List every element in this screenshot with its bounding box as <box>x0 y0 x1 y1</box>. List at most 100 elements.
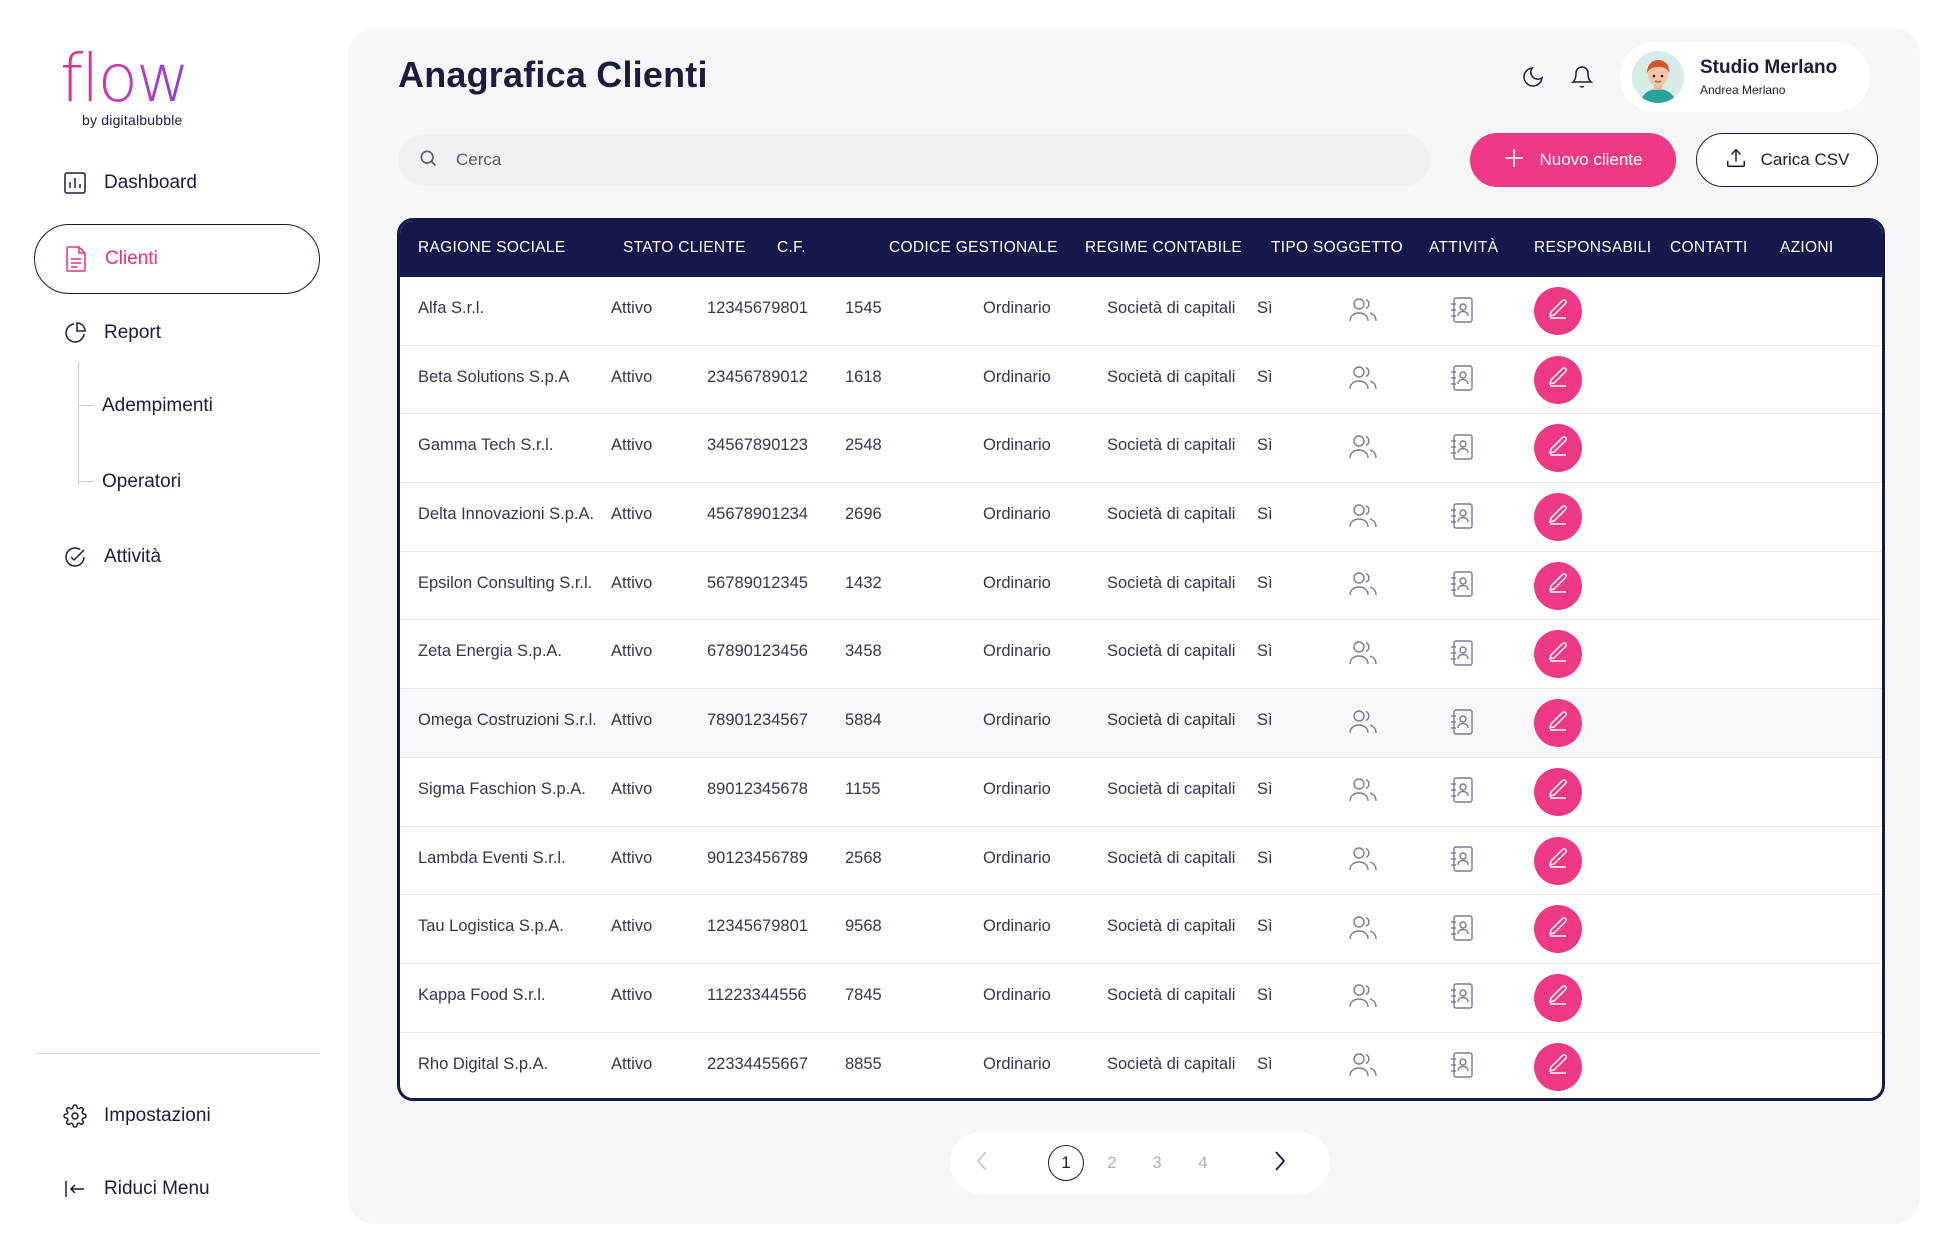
edit-button[interactable] <box>1534 424 1582 473</box>
column-header[interactable]: ATTIVITÀ <box>1429 239 1498 257</box>
contatti-button[interactable] <box>1445 776 1479 810</box>
contatti-button[interactable] <box>1445 432 1479 466</box>
table-row[interactable]: Epsilon Consulting S.r.l. Attivo 567890123… <box>400 552 1882 621</box>
new-client-button[interactable]: Nuovo cliente <box>1470 133 1676 187</box>
responsabili-button[interactable] <box>1346 707 1380 741</box>
contatti-button[interactable] <box>1445 364 1479 398</box>
table-row[interactable]: Sigma Faschion S.p.A. Attivo 89012345678 11… <box>400 758 1882 827</box>
dark-mode-toggle[interactable] <box>1518 64 1548 94</box>
cell-stato-cliente: Attivo <box>611 917 653 936</box>
prev-page-button[interactable] <box>964 1145 1000 1181</box>
edit-button[interactable] <box>1534 699 1582 748</box>
table-row[interactable]: Beta Solutions S.p.A Attivo 23456789012 161… <box>400 346 1882 415</box>
cell-codice-gestionale: 1432 <box>845 573 882 592</box>
responsabili-button[interactable] <box>1346 1051 1380 1085</box>
edit-button[interactable] <box>1534 905 1582 954</box>
column-header[interactable]: AZIONI <box>1780 239 1833 257</box>
edit-button[interactable] <box>1534 561 1582 610</box>
cell-attivita: Sì <box>1257 1054 1273 1073</box>
table-row[interactable]: Tau Logistica S.p.A. Attivo 12345679801 956… <box>400 895 1882 964</box>
search-bar[interactable] <box>398 134 1430 186</box>
responsabili-button[interactable] <box>1346 638 1380 672</box>
cell-codice-gestionale: 2696 <box>845 505 882 524</box>
edit-button[interactable] <box>1534 287 1582 335</box>
user-menu[interactable]: Studio Merlano Andrea Merlano <box>1620 42 1870 112</box>
table-row[interactable]: Gamma Tech S.r.l. Attivo 34567890123 2548 Or… <box>400 414 1882 484</box>
contatti-button[interactable] <box>1445 913 1479 947</box>
edit-button[interactable] <box>1534 493 1582 542</box>
table-row[interactable]: Lambda Eventi S.r.l. Attivo 90123456789 256… <box>400 827 1882 896</box>
edit-button[interactable] <box>1534 355 1582 404</box>
responsabili-button[interactable] <box>1346 845 1380 879</box>
next-page-button[interactable] <box>1262 1145 1298 1181</box>
contact-book-icon <box>1449 433 1475 466</box>
responsabili-button[interactable] <box>1346 913 1380 947</box>
contatti-button[interactable] <box>1445 1051 1479 1085</box>
contatti-button[interactable] <box>1445 638 1479 672</box>
edit-button[interactable] <box>1534 973 1582 1022</box>
pencil-icon <box>1546 297 1570 326</box>
edit-button[interactable] <box>1534 1042 1582 1091</box>
contact-book-icon <box>1449 1051 1475 1084</box>
responsabili-button[interactable] <box>1346 364 1380 398</box>
cell-ragione-sociale: Beta Solutions S.p.A <box>418 367 570 386</box>
search-input[interactable] <box>456 150 1356 170</box>
column-header[interactable]: TIPO SOGGETTO <box>1271 239 1403 257</box>
main-panel: Anagrafica Clienti Studio Merlano Andrea… <box>348 28 1920 1224</box>
table-row[interactable]: Omega Costruzioni S.r.l. Attivo 7890123456… <box>400 689 1882 758</box>
responsabili-button[interactable] <box>1346 295 1380 329</box>
table-row[interactable]: Delta Innovazioni S.p.A. Attivo 4567890123… <box>400 483 1882 552</box>
pencil-icon <box>1546 571 1570 600</box>
column-header[interactable]: RESPONSABILI <box>1534 239 1651 257</box>
users-icon <box>1348 365 1378 396</box>
page-button[interactable]: 3 <box>1139 1145 1175 1181</box>
sidebar-item-clienti[interactable]: Clienti <box>34 224 320 294</box>
responsabili-button[interactable] <box>1346 982 1380 1016</box>
contatti-button[interactable] <box>1445 707 1479 741</box>
column-header[interactable]: CODICE GESTIONALE <box>889 239 1058 257</box>
responsabili-button[interactable] <box>1346 570 1380 604</box>
sidebar-subitem-adempimenti[interactable]: Adempimenti <box>78 386 213 426</box>
collapse-menu-button[interactable]: Riduci Menu <box>34 1154 320 1224</box>
column-header[interactable]: CONTATTI <box>1670 239 1748 257</box>
column-header[interactable]: RAGIONE SOCIALE <box>418 239 565 257</box>
pencil-icon <box>1546 434 1570 463</box>
table-row[interactable]: Kappa Food S.r.l. Attivo 11223344556 7845 Or… <box>400 964 1882 1033</box>
upload-csv-button[interactable]: Carica CSV <box>1696 133 1878 187</box>
table-row[interactable]: Rho Digital S.p.A. Attivo 22334455667 8855 O… <box>400 1033 1882 1098</box>
edit-button[interactable] <box>1534 767 1582 816</box>
column-header[interactable]: REGIME CONTABILE <box>1085 239 1242 257</box>
upload-csv-label: Carica CSV <box>1760 150 1850 169</box>
edit-button[interactable] <box>1534 630 1582 679</box>
sidebar-item-report[interactable]: Report <box>34 298 320 368</box>
table-row[interactable]: Zeta Energia S.p.A. Attivo 67890123456 3458… <box>400 620 1882 690</box>
page-button[interactable]: 2 <box>1094 1145 1130 1181</box>
responsabili-button[interactable] <box>1346 501 1380 535</box>
pencil-icon <box>1546 640 1570 669</box>
sidebar-item-attivita[interactable]: Attività <box>34 522 320 592</box>
cell-codice-gestionale: 3458 <box>845 642 882 661</box>
contatti-button[interactable] <box>1445 845 1479 879</box>
notifications-button[interactable] <box>1567 64 1597 94</box>
page-button[interactable]: 4 <box>1185 1145 1221 1181</box>
responsabili-button[interactable] <box>1346 432 1380 466</box>
page-button[interactable]: 1 <box>1048 1145 1084 1181</box>
cell-attivita: Sì <box>1257 505 1273 524</box>
brand-logo[interactable]: flow by digitalbubble <box>60 46 190 130</box>
sidebar-subitem-operatori[interactable]: Operatori <box>78 462 181 502</box>
contatti-button[interactable] <box>1445 570 1479 604</box>
responsabili-button[interactable] <box>1346 776 1380 810</box>
cell-ragione-sociale: Delta Innovazioni S.p.A. <box>418 505 595 524</box>
column-header[interactable]: STATO CLIENTE <box>623 239 746 257</box>
edit-button[interactable] <box>1534 836 1582 885</box>
column-header[interactable]: C.F. <box>777 239 806 257</box>
contatti-button[interactable] <box>1445 982 1479 1016</box>
sidebar-item-impostazioni[interactable]: Impostazioni <box>34 1081 320 1151</box>
sidebar-item-dashboard[interactable]: Dashboard <box>34 148 320 218</box>
cell-attivita: Sì <box>1257 917 1273 936</box>
contatti-button[interactable] <box>1445 501 1479 535</box>
contatti-button[interactable] <box>1445 295 1479 329</box>
chevron-right-icon <box>1273 1150 1287 1177</box>
table-row[interactable]: Alfa S.r.l. Attivo 12345679801 1545 Ordinari… <box>400 277 1882 346</box>
contact-book-icon <box>1449 570 1475 603</box>
